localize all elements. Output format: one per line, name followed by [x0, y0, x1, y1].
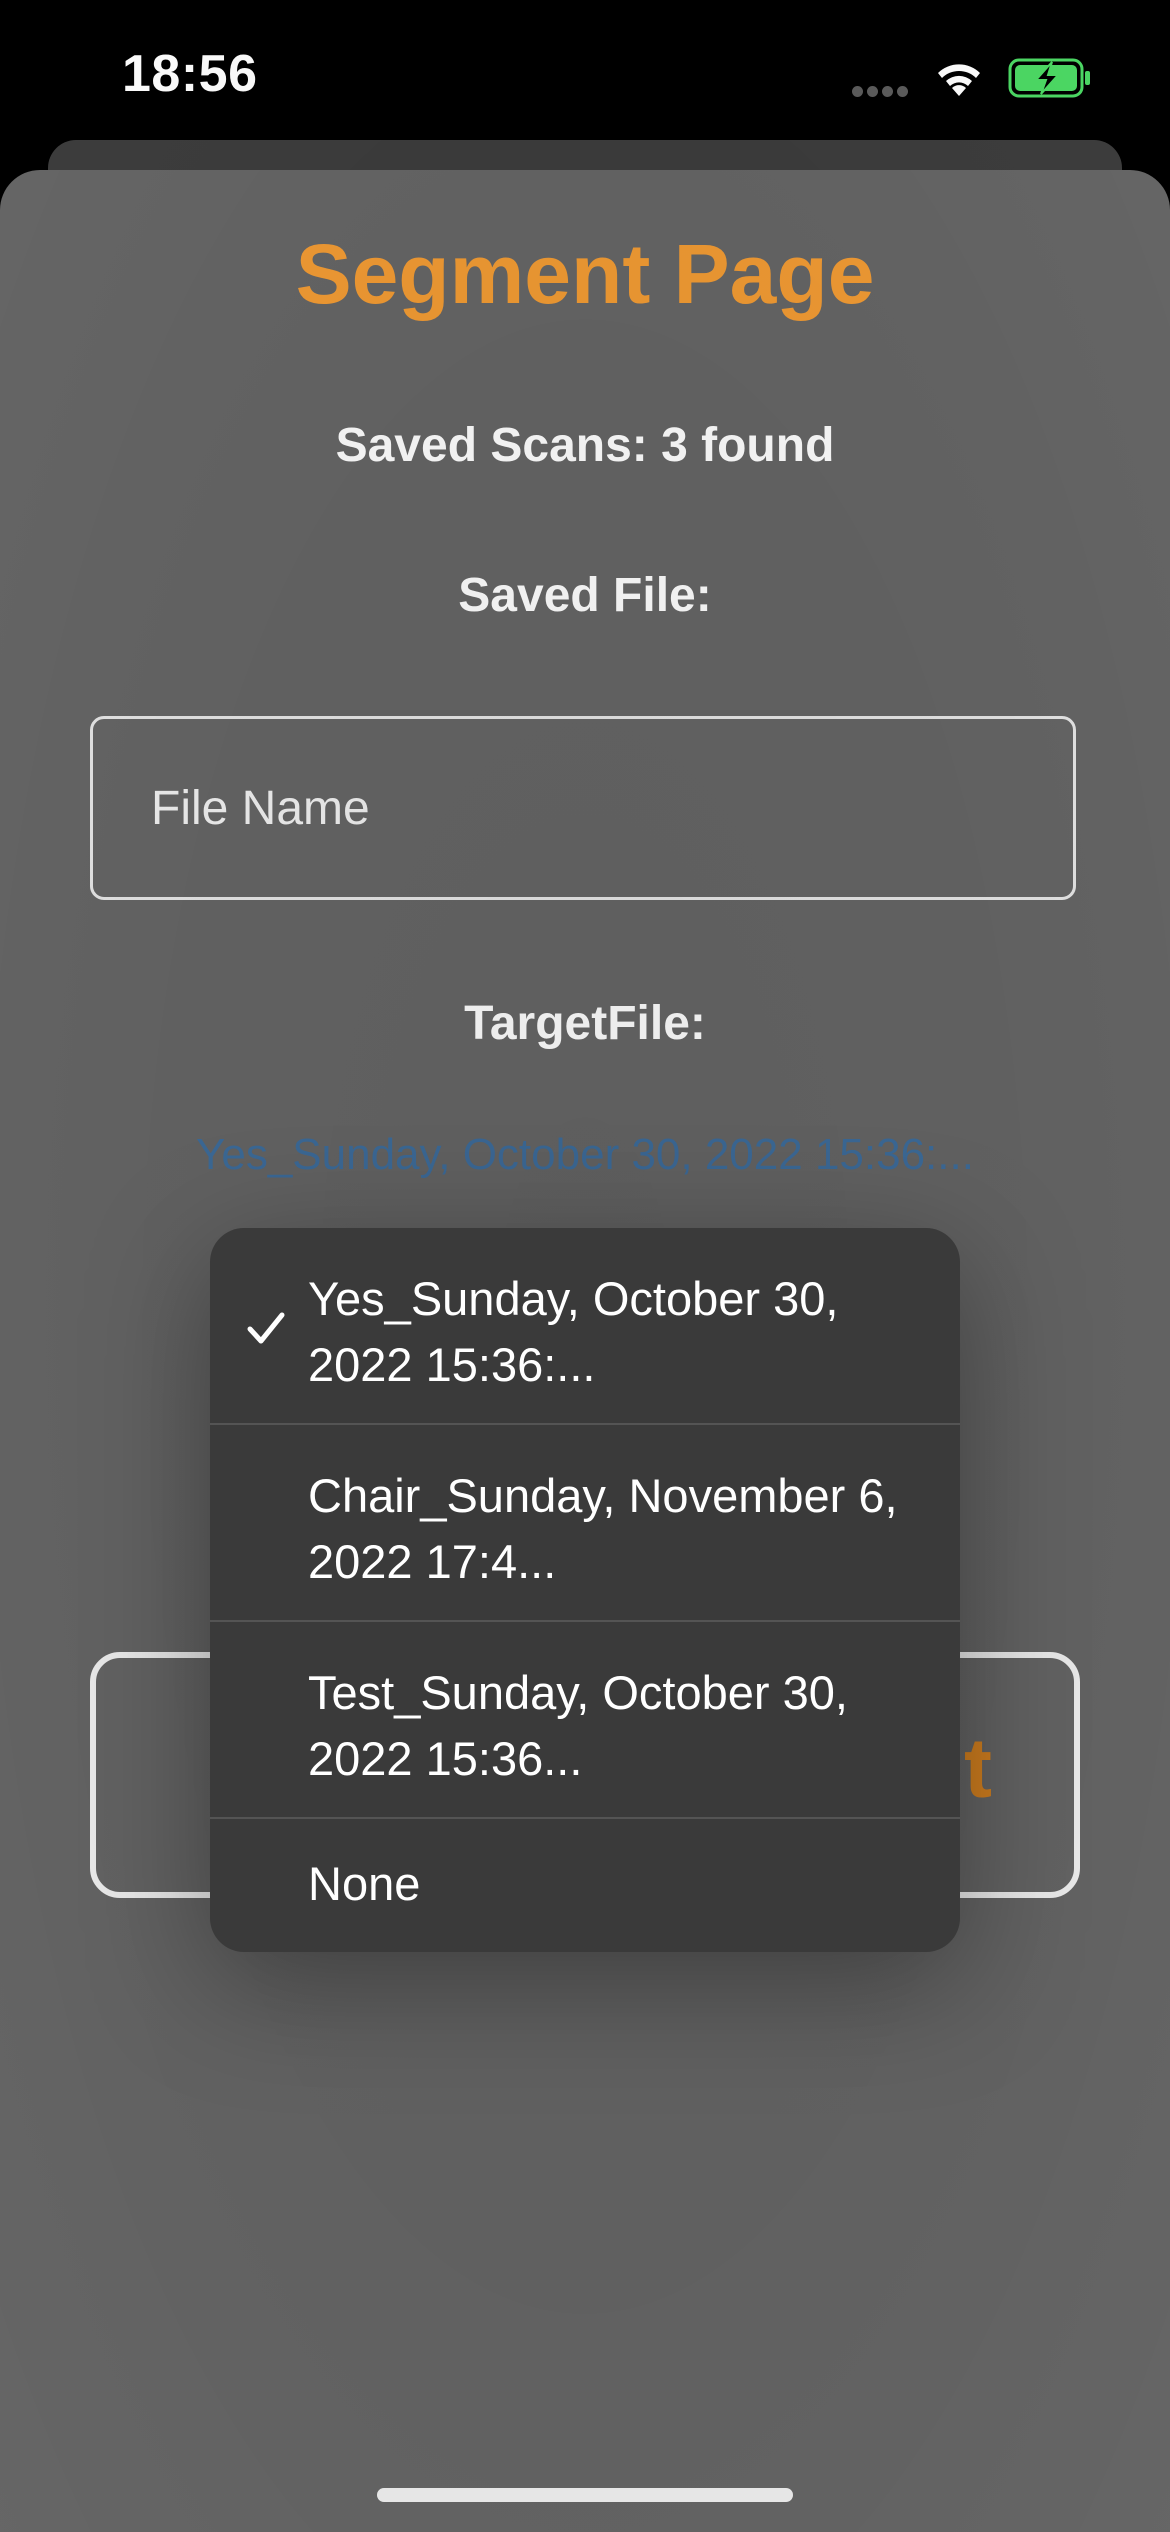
saved-file-label: Saved File: [458, 569, 712, 622]
file-name-input[interactable] [90, 716, 1076, 900]
menu-item-test[interactable]: Test_Sunday, October 30, 2022 15:36... [210, 1622, 960, 1819]
menu-item-label: None [308, 1857, 421, 1910]
status-bar: 18:56 [0, 0, 1170, 150]
battery-charging-icon [1008, 58, 1090, 98]
menu-item-label: Test_Sunday, October 30, 2022 15:36... [308, 1666, 848, 1785]
target-file-picker[interactable]: Yes_Sunday, October 30, 2022 15:36:... [0, 1130, 1170, 1180]
target-file-label: TargetFile: [464, 997, 706, 1050]
page-title: Segment Page [295, 227, 875, 321]
home-indicator[interactable] [377, 2488, 793, 2502]
screen: 18:56 Segment Page Saved Scans: 3 found … [0, 0, 1170, 2532]
status-time: 18:56 [122, 45, 258, 103]
target-file-menu: Yes_Sunday, October 30, 2022 15:36:... C… [210, 1228, 960, 1952]
wifi-icon [938, 64, 980, 96]
saved-scans-count: Saved Scans: 3 found [335, 419, 835, 472]
menu-item-label: Yes_Sunday, October 30, 2022 15:36:... [308, 1272, 839, 1391]
menu-item-chair[interactable]: Chair_Sunday, November 6, 2022 17:4... [210, 1425, 960, 1622]
checkmark-icon [247, 1312, 285, 1344]
segment-action-button-label: t [964, 1721, 992, 1815]
menu-item-yes[interactable]: Yes_Sunday, October 30, 2022 15:36:... [210, 1228, 960, 1425]
menu-item-none[interactable]: None [210, 1819, 960, 1949]
menu-item-label: Chair_Sunday, November 6, 2022 17:4... [308, 1469, 898, 1588]
signal-dots-icon [852, 84, 918, 97]
